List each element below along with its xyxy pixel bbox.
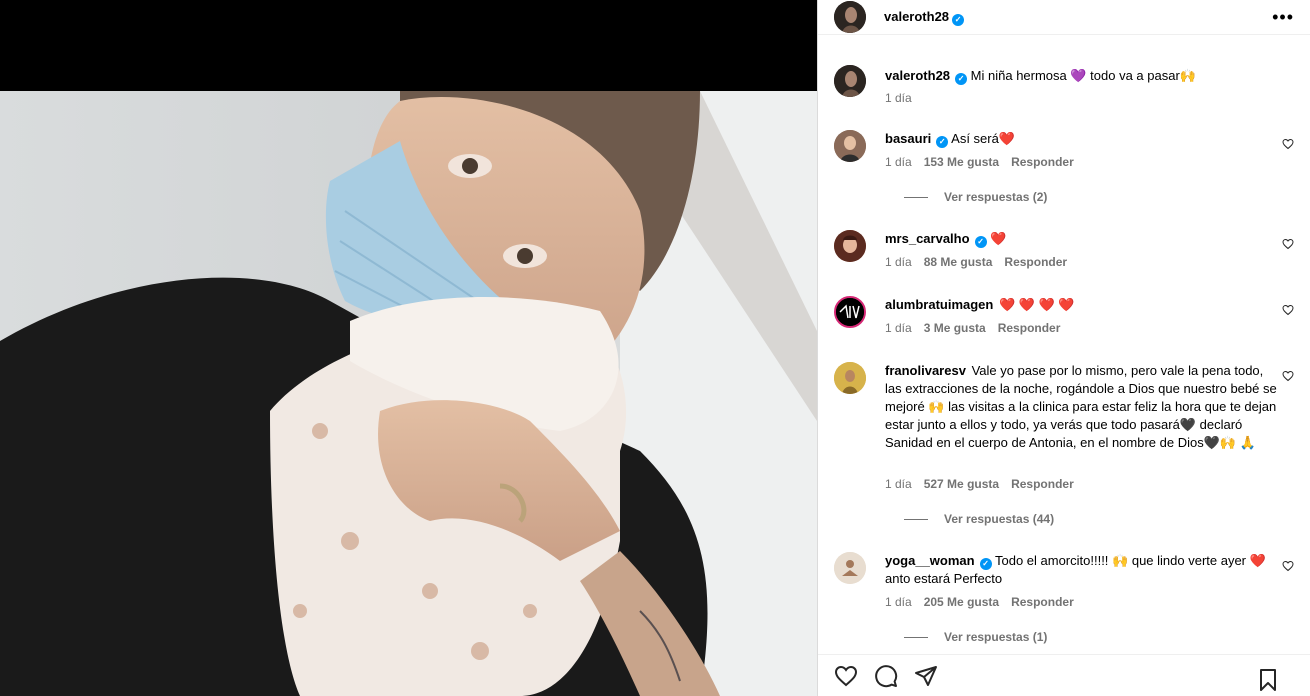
caption-text: Mi niña hermosa 💜 todo va a pasar🙌 [970,68,1196,83]
heart-icon[interactable] [1282,138,1294,150]
author-avatar[interactable] [834,65,866,97]
comment-time[interactable]: 1 día [885,321,912,335]
verified-badge-icon: ✓ [952,13,965,26]
comment-time[interactable]: 1 día [885,255,912,269]
comment-likes[interactable]: 527 Me gusta [924,477,999,491]
commenter-avatar[interactable] [834,130,866,162]
replies-line [904,196,928,198]
post-media [0,0,817,696]
reply-button[interactable]: Responder [998,321,1061,335]
comment-likes[interactable]: 153 Me gusta [924,155,999,169]
heart-icon[interactable] [1282,238,1294,250]
author-avatar[interactable] [834,1,866,33]
commenter-username[interactable]: mrs_carvalho [885,231,970,246]
caption-time[interactable]: 1 día [885,91,912,105]
heart-icon[interactable] [1282,370,1294,382]
bookmark-icon[interactable] [1256,668,1280,692]
post-photo[interactable] [0,91,817,696]
post-actions-bar [818,654,1310,696]
comment-likes[interactable]: 88 Me gusta [924,255,993,269]
comment-time[interactable]: 1 día [885,477,912,491]
comments-list: valeroth28 ✓ Mi niña hermosa 💜 todo va a … [818,52,1310,652]
verified-badge-icon: ✓ [974,236,987,248]
comment-time[interactable]: 1 día [885,155,912,169]
send-icon[interactable] [914,664,938,688]
reply-button[interactable]: Responder [1011,477,1074,491]
caption-username[interactable]: valeroth28 [885,68,950,83]
view-replies-label: Ver respuestas (2) [944,190,1048,204]
verified-badge-icon: ✓ [955,73,968,85]
view-replies-button[interactable]: Ver respuestas (44) [904,512,1054,526]
comment-likes[interactable]: 205 Me gusta [924,595,999,609]
reply-button[interactable]: Responder [1011,155,1074,169]
verified-badge-icon: ✓ [936,136,949,148]
verified-badge-icon: ✓ [979,558,992,570]
post-photo-illustration [0,91,817,696]
comment-likes[interactable]: 3 Me gusta [924,321,986,335]
replies-line [904,636,928,638]
comment-text: ❤️ [990,231,1007,246]
heart-icon[interactable] [834,664,858,688]
commenter-username[interactable]: basauri [885,131,931,146]
comment-text: ❤️ ❤️ ❤️ ❤️ [998,297,1075,312]
view-replies-label: Ver respuestas (44) [944,512,1055,526]
commenter-avatar[interactable] [834,552,866,584]
post-header: valeroth28 ✓ ••• [818,0,1310,35]
heart-icon[interactable] [1282,304,1294,316]
view-replies-button[interactable]: Ver respuestas (1) [904,630,1047,644]
reply-button[interactable]: Responder [1004,255,1067,269]
reply-button[interactable]: Responder [1011,595,1074,609]
replies-line [904,518,928,520]
post-side-panel: valeroth28 ✓ ••• valeroth28 ✓ Mi niña herm… [817,0,1310,696]
commenter-avatar[interactable] [834,296,866,328]
commenter-username[interactable]: yoga__woman [885,553,975,568]
heart-icon[interactable] [1282,560,1294,572]
author-username[interactable]: valeroth28 ✓ [884,9,965,26]
view-replies-label: Ver respuestas (1) [944,630,1048,644]
view-replies-button[interactable]: Ver respuestas (2) [904,190,1047,204]
commenter-username[interactable]: franolivaresv [885,363,966,378]
comment-icon[interactable] [874,664,898,688]
commenter-username[interactable]: alumbratuimagen [885,297,993,312]
alumbra-logo-icon [836,298,864,326]
commenter-avatar[interactable] [834,362,866,394]
commenter-avatar[interactable] [834,230,866,262]
more-options-icon[interactable]: ••• [1272,8,1294,26]
comment-time[interactable]: 1 día [885,595,912,609]
comment-text: Así será❤️ [951,131,1016,146]
